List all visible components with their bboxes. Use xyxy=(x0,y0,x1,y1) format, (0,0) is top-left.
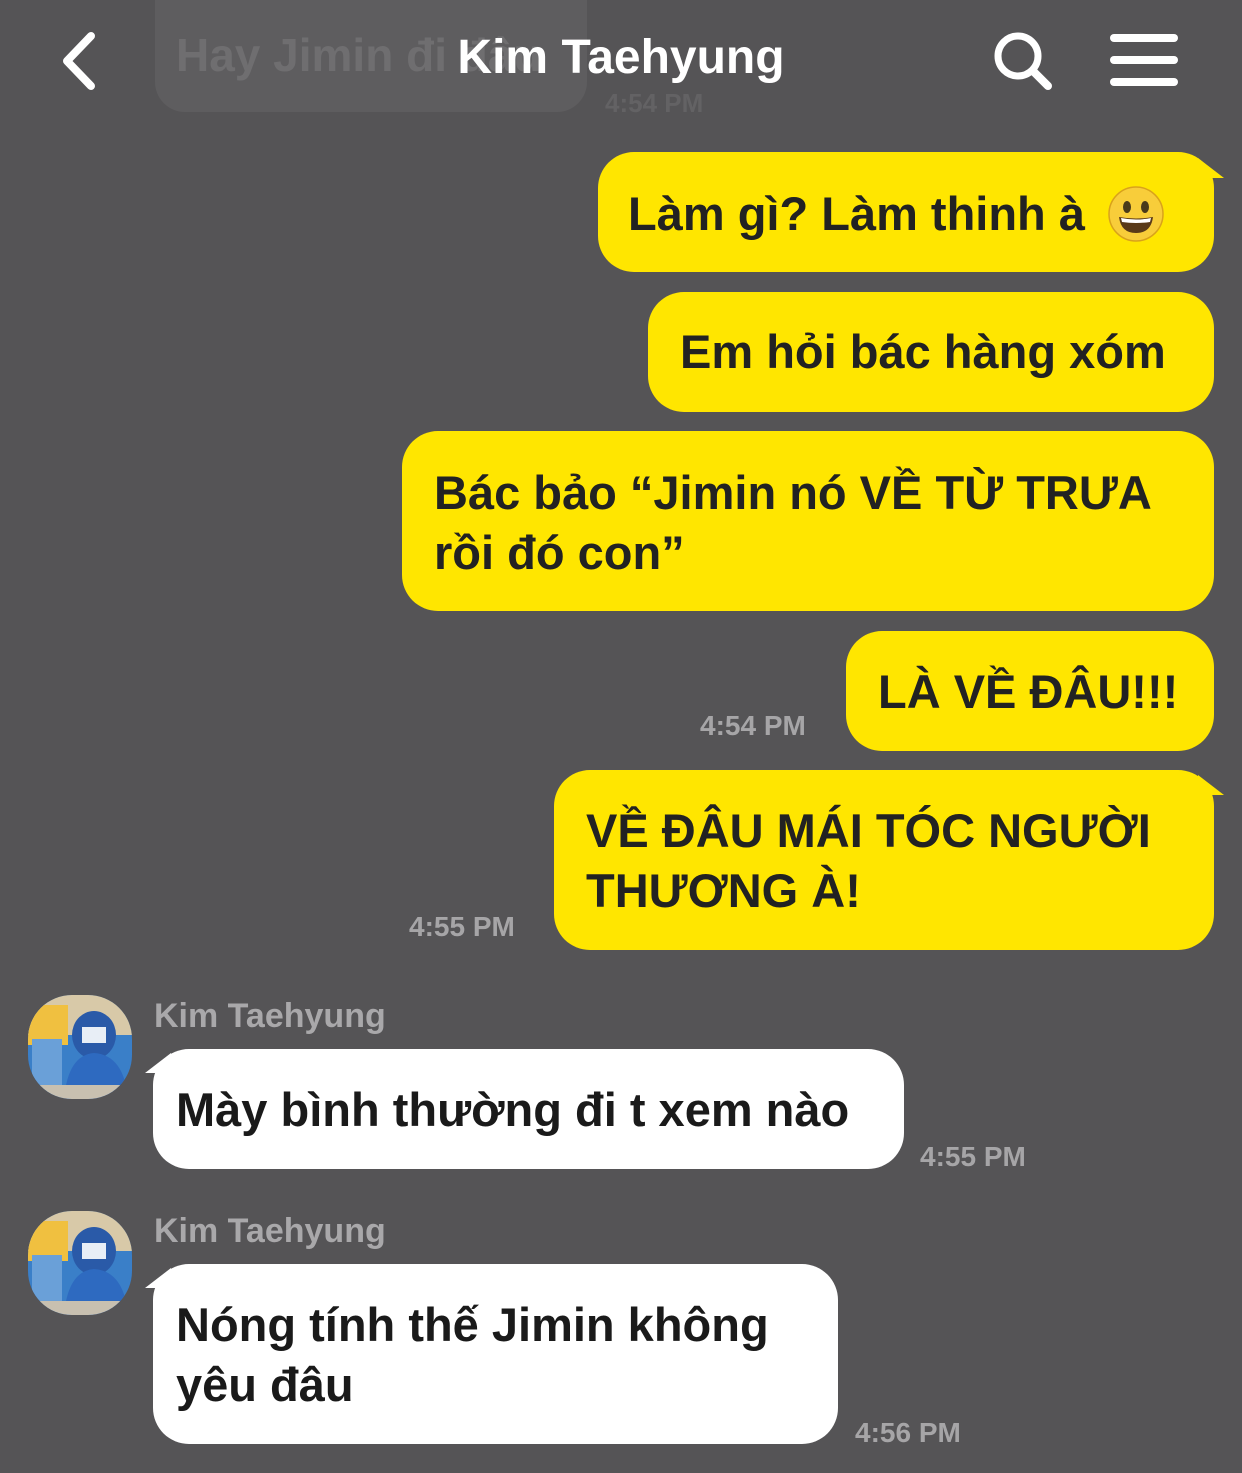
hamburger-menu-icon xyxy=(1110,34,1178,86)
outgoing-message[interactable]: Em hỏi bác hàng xóm xyxy=(648,292,1214,412)
search-icon xyxy=(994,32,1052,90)
search-button[interactable] xyxy=(990,28,1056,94)
message-line: VỀ ĐÂU MÁI TÓC NGƯỜI xyxy=(586,804,1151,857)
message-line: Nóng tính thế Jimin không xyxy=(176,1298,769,1351)
sender-name: Kim Taehyung xyxy=(154,997,386,1035)
bubble-tail xyxy=(1198,158,1224,178)
message-timestamp: 4:55 PM xyxy=(409,911,515,942)
chevron-left-icon xyxy=(63,32,95,90)
incoming-message[interactable]: Mày bình thường đi t xem nào xyxy=(153,1049,904,1169)
message-timestamp: 4:55 PM xyxy=(920,1141,1026,1172)
message-text: LÀ VỀ ĐÂU!!! xyxy=(878,665,1179,718)
outgoing-message[interactable]: VỀ ĐÂU MÁI TÓC NGƯỜI THƯƠNG À! xyxy=(554,770,1214,950)
outgoing-message[interactable]: LÀ VỀ ĐÂU!!! xyxy=(846,631,1214,751)
previous-message-time: 4:54 PM xyxy=(605,88,704,118)
message-text: Mày bình thường đi t xem nào xyxy=(176,1083,850,1136)
message-timestamp: 4:56 PM xyxy=(855,1417,961,1448)
avatar[interactable] xyxy=(28,1211,132,1315)
avatar-photo xyxy=(28,995,132,1099)
avatar[interactable] xyxy=(28,995,132,1099)
sender-name: Kim Taehyung xyxy=(154,1212,386,1250)
message-timestamp: 4:54 PM xyxy=(700,710,806,741)
grinning-face-emoji xyxy=(1108,185,1164,242)
message-line: Bác bảo “Jimin nó VỀ TỪ TRƯA xyxy=(434,466,1152,519)
message-text: Làm gì? Làm thinh à xyxy=(628,187,1085,240)
message-line: THƯƠNG À! xyxy=(586,864,861,917)
incoming-message[interactable]: Nóng tính thế Jimin không yêu đâu xyxy=(153,1264,838,1444)
outgoing-message[interactable]: Bác bảo “Jimin nó VỀ TỪ TRƯA rồi đó con” xyxy=(402,431,1214,611)
menu-button[interactable] xyxy=(1108,30,1180,90)
back-button[interactable] xyxy=(55,28,105,94)
message-line: rồi đó con” xyxy=(434,526,685,579)
outgoing-message[interactable]: Làm gì? Làm thinh à xyxy=(598,152,1214,272)
bubble-tail xyxy=(1198,775,1224,795)
avatar-photo xyxy=(28,1211,132,1315)
message-text: Em hỏi bác hàng xóm xyxy=(680,325,1166,378)
message-line: yêu đâu xyxy=(176,1358,354,1411)
